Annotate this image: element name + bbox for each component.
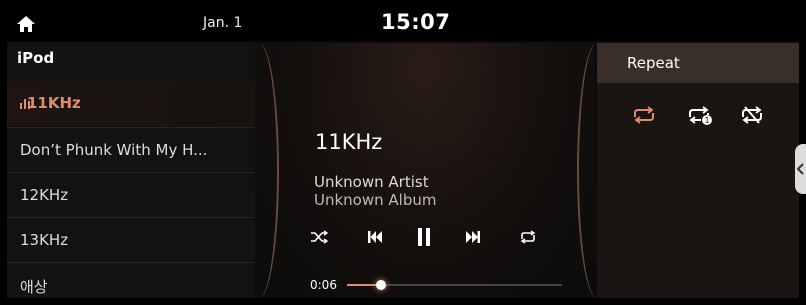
repeat-menu-header: Repeat (597, 43, 799, 83)
pause-icon[interactable] (416, 225, 432, 249)
list-item-label: 11KHz (27, 94, 81, 112)
list-item[interactable]: 13KHz (7, 217, 255, 262)
elapsed-time: 0:06 (310, 278, 337, 292)
previous-track-icon[interactable] (367, 225, 383, 249)
source-title[interactable]: iPod (17, 49, 54, 67)
track-title: 11KHz (315, 130, 383, 154)
clock: 15:07 (381, 10, 451, 34)
status-bar: Jan. 1 15:07 (7, 7, 799, 41)
now-playing-panel (255, 43, 595, 298)
infotainment-screen: Jan. 1 15:07 iPod 11KHz Don’t Phunk With… (7, 7, 799, 298)
repeat-off-icon[interactable] (738, 104, 766, 126)
playlist-panel: iPod 11KHz Don’t Phunk With My H... 12KH… (7, 43, 267, 298)
repeat-one-icon[interactable]: 1 (685, 104, 713, 126)
chevron-left-icon (797, 163, 804, 175)
decorative-arc (239, 43, 279, 298)
side-panel-handle[interactable] (795, 144, 806, 194)
list-item[interactable]: 11KHz (7, 81, 255, 126)
home-icon[interactable] (16, 14, 36, 34)
progress-bar[interactable] (347, 280, 562, 290)
list-item[interactable]: Don’t Phunk With My H... (7, 127, 255, 172)
repeat-icon[interactable] (519, 225, 537, 249)
list-item-label: 12KHz (20, 186, 69, 204)
next-track-icon[interactable] (465, 225, 481, 249)
list-item-label: 애상 (20, 278, 48, 296)
list-item-label: 13KHz (20, 231, 69, 249)
repeat-menu-panel: Repeat 1 (597, 43, 799, 298)
shuffle-icon[interactable] (310, 225, 328, 249)
svg-text:1: 1 (704, 116, 709, 125)
date-label: Jan. 1 (203, 15, 243, 31)
repeat-all-icon[interactable] (630, 104, 658, 126)
list-item[interactable]: 애상 (7, 262, 255, 298)
list-item-label: Don’t Phunk With My H... (20, 141, 208, 159)
list-item[interactable]: 12KHz (7, 172, 255, 217)
repeat-menu-title: Repeat (627, 54, 680, 72)
artist-name: Unknown Artist (314, 173, 429, 191)
album-name: Unknown Album (314, 191, 437, 209)
